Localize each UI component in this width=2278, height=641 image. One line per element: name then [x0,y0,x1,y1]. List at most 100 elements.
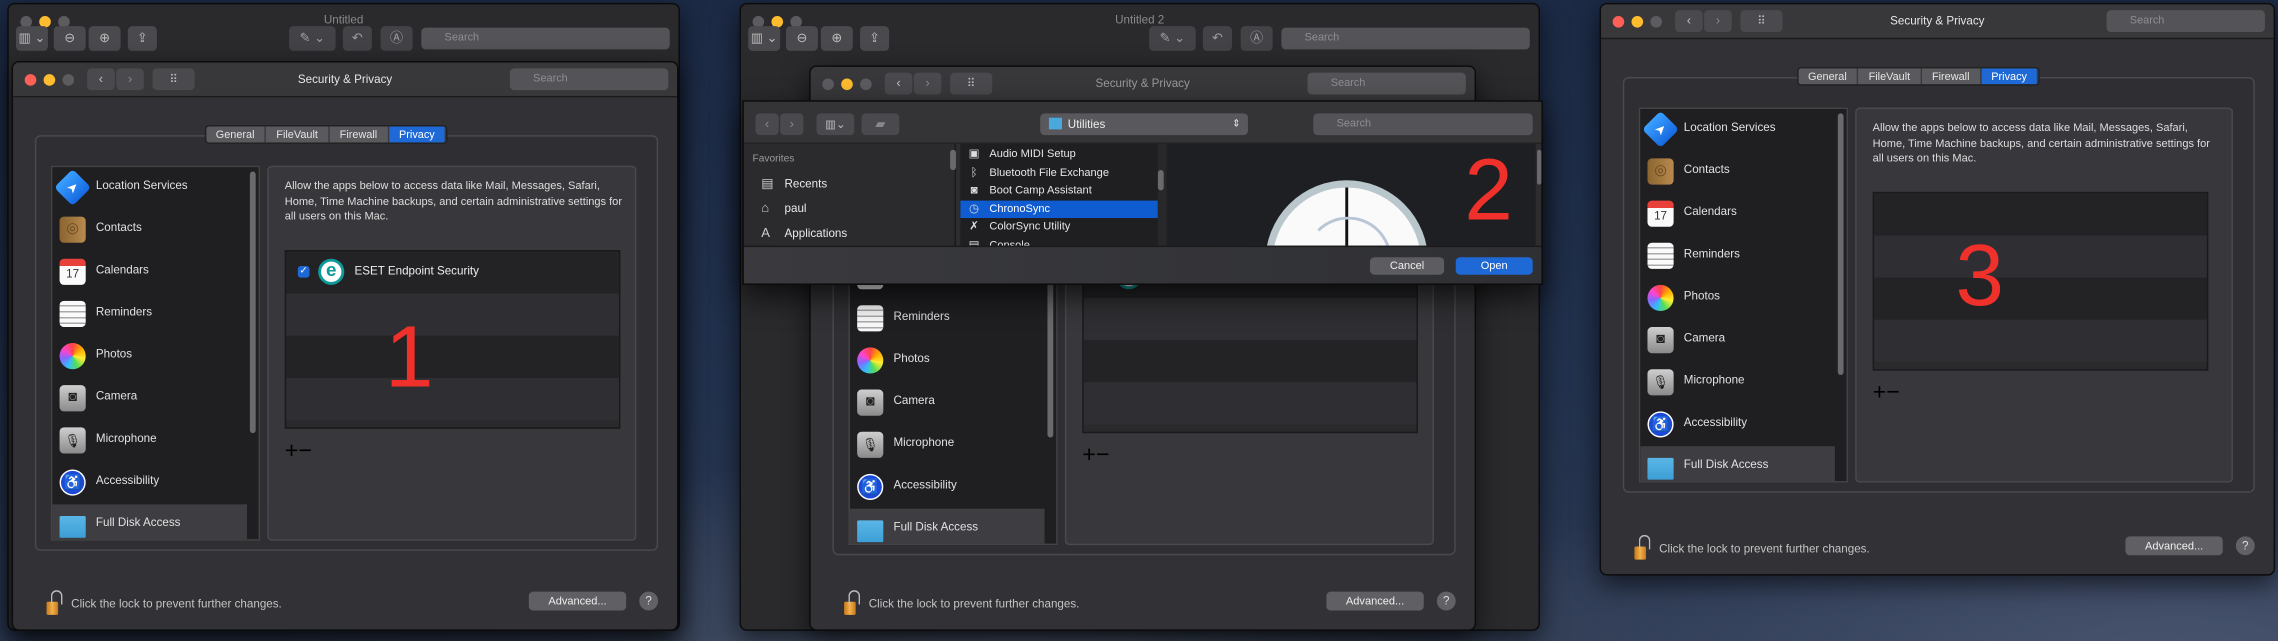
add-button[interactable]: + [1082,443,1096,460]
sidebar-item-location-services[interactable]: ➤Location Services [52,167,247,209]
search-input[interactable]: Search [1313,113,1533,136]
scrollbar[interactable] [249,171,256,434]
sidebar-item-applications[interactable]: A Applications [761,225,935,242]
sidebar-item-photos[interactable]: Photos [52,336,247,378]
advanced-button[interactable]: Advanced... [1326,591,1424,611]
file-scrollbar[interactable] [1157,170,1164,191]
tab-firewall[interactable]: Firewall [1921,68,1982,85]
sidebar-item-contacts[interactable]: ◎ Contacts [1640,151,1835,193]
remove-button[interactable]: − [1886,381,1900,398]
annotate-button[interactable]: Ⓐ [380,26,413,51]
app-row[interactable]: ✓ e ESET Endpoint Security [286,251,619,293]
annotate-button[interactable]: Ⓐ [1240,26,1273,51]
zoom-out-button[interactable]: ⊖ [53,26,86,51]
sidebar-item-photos[interactable]: Photos [850,340,1045,382]
sidebar-item-full-disk-access[interactable]: Full Disk Access [52,504,247,540]
open-button[interactable]: Open [1455,257,1533,275]
location-popup[interactable]: Utilities ⇕ [1040,113,1248,136]
lock-icon[interactable] [46,590,63,615]
markup-pen-button[interactable]: ✎ ⌄ [1149,26,1196,51]
lock-icon[interactable] [1634,534,1651,560]
sidebar-item-camera[interactable]: ◙ Camera [52,378,247,420]
add-button[interactable]: + [285,439,299,456]
sidebar-item-microphone[interactable]: 🎙 Microphone [52,420,247,462]
sidebar-item-camera[interactable]: ◙ Camera [850,382,1045,424]
markup-pen-button[interactable]: ✎ ⌄ [289,26,336,51]
tab-filevault[interactable]: FileVault [266,126,330,143]
search-input[interactable]: Search [421,27,670,50]
sidebar-item-accessibility[interactable]: ♿ Accessibility [850,467,1045,509]
remove-button[interactable]: − [1096,443,1110,460]
search-input[interactable]: Search [509,68,669,91]
sidebar-item-paul[interactable]: ⌂ paul [761,201,935,218]
sidebar-item-recents[interactable]: ▤ Recents [761,176,935,193]
file-item[interactable]: ▣ Audio MIDI Setup [960,145,1158,162]
advanced-button[interactable]: Advanced... [2125,536,2223,556]
share-button[interactable]: ⇪ [860,26,890,51]
tab-general[interactable]: General [1797,68,1859,85]
search-input[interactable]: Search [2106,10,2265,32]
folder-icon [1647,457,1674,480]
sidebar-item-microphone[interactable]: 🎙 Microphone [1640,362,1835,404]
list-stripe [1874,235,2207,278]
cancel-button[interactable]: Cancel [1369,257,1445,275]
help-button[interactable]: ? [639,591,659,611]
privacy-category-list: ➤Location Services ◎ Contacts 17 Calendars Re… [1638,107,1848,483]
file-item[interactable]: ◷ ChronoSync [960,199,1158,218]
help-button[interactable]: ? [1436,591,1456,611]
sidebar-item-accessibility[interactable]: ♿ Accessibility [52,462,247,504]
advanced-button[interactable]: Advanced... [528,591,627,611]
app-icon: ᛒ [970,164,978,179]
sidebar-item-calendars[interactable]: 17 Calendars [1640,193,1835,235]
sidebar-item-contacts[interactable]: ◎ Contacts [52,209,247,251]
sidebar-item-calendars[interactable]: 17 Calendars [52,251,247,293]
sidebar-item-full-disk-access[interactable]: Full Disk Access [1640,446,1835,482]
sidebar-item-reminders[interactable]: Reminders [52,294,247,336]
back-button[interactable]: ‹ [755,113,779,136]
tab-privacy[interactable]: Privacy [1981,68,2039,85]
remove-button[interactable]: − [298,439,312,456]
search-input[interactable]: Search [1307,72,1466,95]
view-mode-button[interactable]: ▥⌄ [816,113,855,136]
tab-general[interactable]: General [205,126,267,143]
preview-scrollbar[interactable] [1537,149,1542,185]
file-item[interactable]: ✗ ColorSync Utility [960,218,1158,235]
add-remove-buttons: + − [1873,381,1900,398]
zoom-out-button[interactable]: ⊖ [785,26,818,51]
clock-arrow [1304,216,1392,246]
tab-firewall[interactable]: Firewall [329,126,389,143]
sidebar-item-microphone[interactable]: 🎙 Microphone [850,424,1045,466]
sidebar-item-reminders[interactable]: Reminders [850,298,1045,340]
file-item[interactable]: ▤ Console [960,236,1158,246]
annotation-number: 1 [384,308,434,406]
forward-button[interactable]: › [780,113,804,136]
zoom-in-button[interactable]: ⊕ [88,26,121,51]
search-input[interactable]: Search [1281,27,1530,50]
new-folder-button[interactable]: ▰ [861,113,900,136]
sidebar-item-reminders[interactable]: Reminders [1640,235,1835,277]
help-button[interactable]: ? [2235,536,2255,556]
lock-icon[interactable] [844,590,861,615]
sidebar-scrollbar[interactable] [950,149,956,171]
sidebar-toggle-button[interactable]: ▥ ⌄ [748,26,781,51]
zoom-in-button[interactable]: ⊕ [820,26,853,51]
category-label: Photos [95,347,133,361]
share-button[interactable]: ⇪ [127,26,157,51]
contacts-book-icon: ◎ [1647,158,1674,185]
app-checkbox[interactable]: ✓ [297,265,310,278]
photos-flower-icon [1647,284,1674,312]
rotate-button[interactable]: ↶ [342,26,372,51]
sidebar-item-full-disk-access[interactable]: Full Disk Access [849,508,1045,544]
rotate-button[interactable]: ↶ [1202,26,1232,51]
scrollbar[interactable] [1837,113,1844,376]
sidebar-item-photos[interactable]: Photos [1640,278,1835,320]
sidebar-item-camera[interactable]: ◙ Camera [1640,320,1835,362]
file-item[interactable]: ᛒ Bluetooth File Exchange [960,164,1158,181]
sidebar-toggle-button[interactable]: ▥ ⌄ [15,26,48,51]
tab-filevault[interactable]: FileVault [1858,68,1922,85]
sidebar-item-accessibility[interactable]: ♿ Accessibility [1640,404,1835,446]
add-button[interactable]: + [1873,381,1887,398]
file-item[interactable]: ◙ Boot Camp Assistant [960,182,1158,199]
sidebar-item-location-services[interactable]: ➤Location Services [1640,109,1835,151]
tab-privacy[interactable]: Privacy [388,126,447,143]
